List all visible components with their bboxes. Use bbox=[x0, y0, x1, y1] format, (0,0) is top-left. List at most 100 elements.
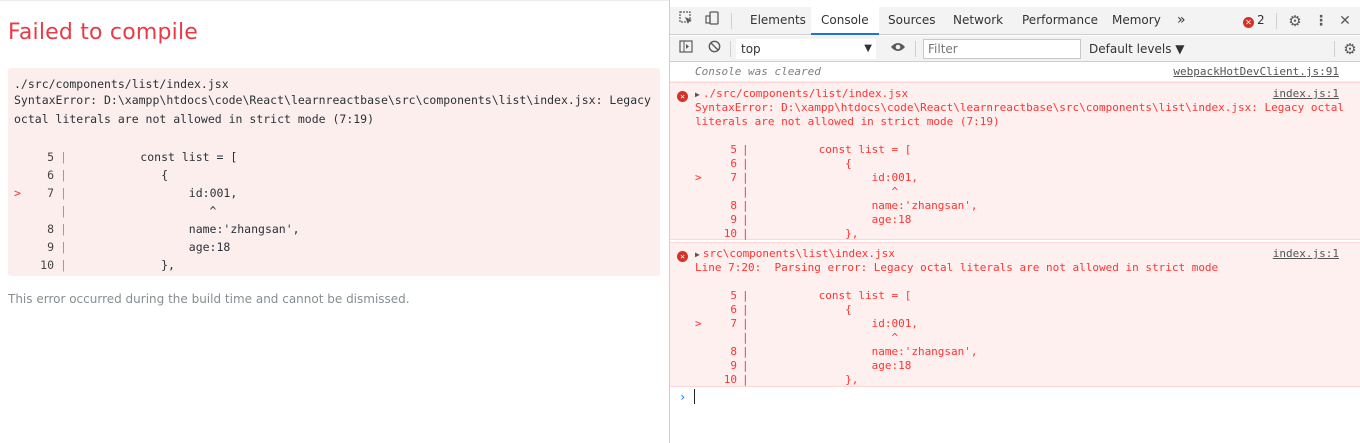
toolbar-divider bbox=[1276, 13, 1277, 29]
line-number: 5 bbox=[47, 150, 54, 164]
toolbar-divider bbox=[1334, 41, 1335, 57]
more-options-icon[interactable]: ⋮ bbox=[1310, 11, 1332, 31]
line-number: 10 bbox=[723, 227, 737, 240]
line-number: 9 bbox=[730, 213, 737, 226]
line-number: 7 bbox=[730, 317, 737, 330]
console-code-line: 5 | const list = [ bbox=[695, 289, 911, 303]
device-toolbar-icon[interactable] bbox=[701, 11, 723, 31]
console-input[interactable] bbox=[694, 389, 695, 404]
line-code: { bbox=[78, 168, 169, 182]
line-code: { bbox=[759, 303, 852, 316]
source-link[interactable]: index.js:1 bbox=[1273, 247, 1339, 261]
line-marker: > bbox=[14, 186, 21, 200]
line-code: name: bbox=[78, 222, 224, 236]
line-gutter: | bbox=[742, 289, 749, 302]
console-code-line: 9 | age:18 bbox=[695, 359, 911, 373]
line-gutter: | bbox=[742, 331, 749, 344]
console-code-line: 6 | { bbox=[695, 157, 851, 171]
settings-gear-icon[interactable]: ⚙ bbox=[1284, 11, 1306, 31]
toolbar-divider bbox=[915, 41, 916, 57]
source-link[interactable]: index.js:1 bbox=[1273, 87, 1339, 101]
line-gutter: | bbox=[60, 240, 67, 254]
tab-performance[interactable]: Performance bbox=[1012, 7, 1108, 34]
line-code: name:'zhangsan', bbox=[759, 345, 978, 358]
line-code: id:001, bbox=[759, 171, 918, 184]
string-token: 'zhangsan' bbox=[223, 222, 293, 236]
line-code: ^ bbox=[759, 331, 899, 344]
line-gutter: | bbox=[60, 222, 67, 236]
message-detail: Line 7:20: Parsing error: Legacy octal l… bbox=[695, 261, 1219, 274]
live-expression-eye-icon[interactable] bbox=[887, 39, 909, 59]
error-message-box: ./src/components/list/index.jsx SyntaxEr… bbox=[8, 68, 660, 276]
close-devtools-icon[interactable]: ✕ bbox=[1334, 11, 1356, 31]
console-code-line: | ^ bbox=[695, 331, 898, 345]
line-code: , bbox=[292, 222, 300, 236]
console-code-line: | ^ bbox=[695, 185, 898, 199]
console-error-message[interactable]: ✕ ▶ src\components\list\index.jsx index.j… bbox=[670, 242, 1360, 387]
line-gutter: | bbox=[742, 213, 749, 226]
line-number: 9 bbox=[47, 240, 54, 254]
console-code-line: 5 | const list = [ bbox=[695, 143, 911, 157]
line-gutter: | bbox=[60, 258, 67, 272]
tab-console[interactable]: Console bbox=[811, 7, 879, 35]
line-code: }, bbox=[78, 258, 175, 272]
line-number: 6 bbox=[47, 168, 54, 182]
clear-console-icon[interactable] bbox=[703, 39, 725, 59]
more-tabs-icon[interactable]: » bbox=[1167, 7, 1196, 34]
context-selector[interactable]: top ▼ bbox=[736, 39, 876, 59]
line-gutter: | bbox=[742, 143, 749, 156]
console-settings-gear-icon[interactable]: ⚙ bbox=[1339, 39, 1360, 59]
tab-elements[interactable]: Elements bbox=[740, 7, 816, 34]
line-number: 6 bbox=[730, 303, 737, 316]
message-title[interactable]: ▶ ./src/components/list/index.jsx bbox=[695, 87, 908, 101]
inspect-element-icon[interactable] bbox=[675, 11, 697, 31]
message-detail: SyntaxError: D:\xampp\htdocs\code\React\… bbox=[695, 101, 1345, 114]
line-code: age: bbox=[78, 240, 217, 254]
error-icon: ✕ bbox=[677, 88, 691, 102]
line-gutter: | bbox=[742, 227, 749, 240]
code-frame-line: 8 | name:'zhangsan', bbox=[14, 220, 300, 238]
line-code: const list = [ bbox=[78, 150, 238, 164]
log-levels-dropdown[interactable]: Default levels ▼ bbox=[1089, 36, 1185, 62]
line-gutter: | bbox=[742, 373, 749, 386]
code-frame-line: 6 | { bbox=[14, 166, 168, 184]
toolbar-divider bbox=[730, 41, 731, 57]
error-icon: ✕ bbox=[1243, 17, 1254, 28]
expand-triangle-icon[interactable]: ▶ bbox=[695, 90, 700, 99]
expand-triangle-icon[interactable]: ▶ bbox=[695, 250, 700, 259]
filter-input[interactable] bbox=[923, 39, 1081, 59]
line-gutter: | bbox=[742, 359, 749, 372]
line-gutter: | bbox=[742, 345, 749, 358]
tab-network[interactable]: Network bbox=[943, 7, 1013, 34]
console-code-line: 8 | name:'zhangsan', bbox=[695, 199, 977, 213]
line-marker: > bbox=[695, 317, 702, 330]
code-frame-line: 10 | }, bbox=[14, 256, 175, 274]
tab-sources[interactable]: Sources bbox=[878, 7, 945, 34]
error-message-line: octal literals are not allowed in strict… bbox=[14, 112, 375, 126]
line-code: id: bbox=[78, 186, 210, 200]
line-number: 8 bbox=[730, 199, 737, 212]
message-title[interactable]: ▶ src\components\list\index.jsx bbox=[695, 247, 895, 261]
line-number: 6 bbox=[730, 157, 737, 170]
error-icon: ✕ bbox=[677, 248, 691, 262]
toolbar-divider bbox=[731, 13, 732, 29]
message-detail: literals are not allowed in strict mode … bbox=[695, 115, 1000, 128]
line-gutter: | bbox=[742, 185, 749, 198]
line-code: age:18 bbox=[759, 213, 912, 226]
sidebar-toggle-icon[interactable] bbox=[675, 39, 697, 59]
build-error-note: This error occurred during the build tim… bbox=[8, 292, 410, 306]
console-cleared-text: Console was cleared bbox=[695, 65, 821, 78]
line-code: }, bbox=[759, 227, 859, 240]
number-token: 001 bbox=[209, 186, 231, 200]
error-message-line: SyntaxError: D:\xampp\htdocs\code\React\… bbox=[14, 93, 651, 107]
tab-memory[interactable]: Memory bbox=[1102, 7, 1171, 34]
console-code-line: 6 | { bbox=[695, 303, 852, 317]
line-code: }, bbox=[759, 373, 859, 386]
line-number: 5 bbox=[730, 289, 737, 302]
source-link[interactable]: webpackHotDevClient.js:91 bbox=[1173, 62, 1339, 82]
line-gutter: | bbox=[742, 303, 749, 316]
console-error-message[interactable]: ✕ ▶ ./src/components/list/index.jsx index… bbox=[670, 82, 1360, 240]
line-number: 7 bbox=[730, 171, 737, 184]
console-code-line: 10 | }, bbox=[695, 373, 859, 387]
error-counter[interactable]: ✕ 2 bbox=[1243, 7, 1265, 34]
